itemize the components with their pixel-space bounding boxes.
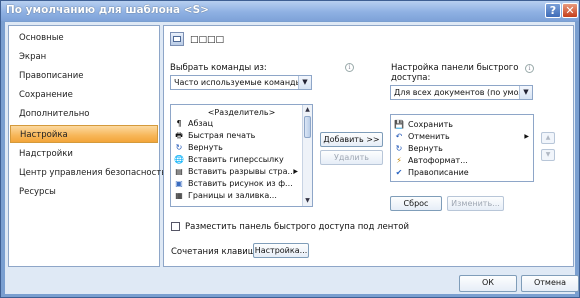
customize-shortcuts-button[interactable]: Настройка...	[253, 243, 309, 258]
move-down-button[interactable]: ▼	[541, 149, 555, 161]
qat-target-label-line2: доступа:	[391, 73, 431, 83]
list-item-label: Автоформат...	[408, 156, 468, 165]
customize-panel: □□□□ Выбрать команды из: i Часто использ…	[163, 25, 574, 267]
hyperlink-icon: 🌐	[174, 155, 184, 164]
save-icon: 💾	[394, 120, 404, 129]
choose-commands-select[interactable]: Часто используемые команды ▼	[170, 75, 312, 90]
below-ribbon-checkbox[interactable]	[171, 222, 180, 231]
nav-item-resources[interactable]: Ресурсы	[10, 183, 158, 201]
list-item[interactable]: ▦ Границы и заливка...	[171, 190, 312, 201]
list-item[interactable]: ¶ Абзац	[171, 118, 312, 129]
page-break-icon: ▤	[175, 167, 183, 176]
options-nav: Основные Экран Правописание Сохранение Д…	[8, 25, 173, 267]
printer-icon: 🖶	[175, 131, 183, 140]
close-button[interactable]: ✕	[562, 3, 578, 18]
section-title: □□□□	[190, 35, 225, 45]
nav-item-general[interactable]: Основные	[10, 29, 158, 47]
submenu-arrow-icon: ▶	[524, 133, 529, 140]
nav-item-advanced[interactable]: Дополнительно	[10, 105, 158, 123]
shortcuts-label: Сочетания клавиш:	[171, 247, 259, 257]
list-item-label: Вставить рисунок из ф...	[188, 179, 293, 188]
list-item[interactable]: 💾 Сохранить	[391, 119, 533, 130]
chevron-down-icon: ▼	[519, 86, 532, 99]
qat-target-select[interactable]: Для всех документов (по умолча... ▼	[390, 85, 533, 100]
choose-commands-label: Выбрать команды из:	[170, 63, 267, 73]
list-item-label: Сохранить	[408, 120, 453, 129]
list-item[interactable]: 🖶 Быстрая печать	[171, 130, 312, 141]
paragraph-icon: ¶	[176, 119, 182, 128]
help-button[interactable]: ?	[545, 3, 561, 18]
customize-header-icon	[170, 32, 184, 46]
reset-button[interactable]: Сброс	[390, 196, 442, 211]
remove-button[interactable]: Удалить	[320, 150, 383, 165]
move-up-button[interactable]: ▲	[541, 132, 555, 144]
add-button[interactable]: Добавить >>	[320, 132, 383, 147]
list-item-label: Вставить разрывы стра...	[188, 167, 296, 176]
title-bar[interactable]: По умолчанию для шаблона <S> ? ✕	[1, 1, 579, 21]
info-icon: i	[525, 64, 534, 73]
list-item[interactable]: ⚡ Автоформат...	[391, 155, 533, 166]
choose-commands-value: Часто используемые команды	[174, 78, 302, 87]
window-title: По умолчанию для шаблона <S>	[6, 4, 209, 16]
modify-button[interactable]: Изменить...	[447, 196, 504, 211]
list-item[interactable]: ↻ Вернуть	[171, 142, 312, 153]
list-item-label: Границы и заливка...	[188, 191, 277, 200]
autoformat-icon: ⚡	[396, 156, 402, 165]
spelling-icon: ✔	[395, 168, 403, 177]
redo-icon: ↻	[175, 143, 183, 152]
chevron-down-icon: ▼	[298, 76, 311, 89]
dialog-body: Основные Экран Правописание Сохранение Д…	[5, 22, 579, 294]
info-icon: i	[345, 63, 354, 72]
list-item[interactable]: ▤ Вставить разрывы стра... ▶	[171, 166, 312, 177]
cancel-button[interactable]: Отмена	[521, 275, 579, 292]
list-item[interactable]: ▣ Вставить рисунок из ф...	[171, 178, 312, 189]
borders-icon: ▦	[175, 191, 183, 200]
submenu-arrow-icon: ▶	[293, 168, 298, 175]
list-item[interactable]: ↻ Вернуть	[391, 143, 533, 154]
list-item[interactable]: ↶ Отменить ▶	[391, 131, 533, 142]
scroll-thumb[interactable]	[304, 116, 311, 138]
qat-commands-list[interactable]: 💾 Сохранить ↶ Отменить ▶ ↻ Вернуть ⚡ Авт…	[390, 114, 534, 182]
nav-item-save[interactable]: Сохранение	[10, 86, 158, 104]
available-commands-list[interactable]: <Разделитель> ¶ Абзац 🖶 Быстрая печать ↻…	[170, 104, 313, 207]
qat-target-label-line1: Настройка панели быстрого	[391, 63, 519, 73]
scroll-up-icon[interactable]: ▲	[303, 105, 312, 115]
list-item-label: Вернуть	[188, 143, 223, 152]
list-item-label: Абзац	[188, 119, 214, 128]
list-item-label: Вернуть	[408, 144, 443, 153]
qat-target-value: Для всех документов (по умолча...	[394, 88, 533, 97]
nav-item-trust-center[interactable]: Центр управления безопасностью	[10, 164, 173, 182]
below-ribbon-label: Разместить панель быстрого доступа под л…	[185, 222, 409, 232]
redo-icon: ↻	[395, 144, 403, 153]
options-dialog: По умолчанию для шаблона <S> ? ✕ Основны…	[0, 0, 580, 298]
nav-item-customize[interactable]: Настройка	[10, 125, 158, 143]
list-item-label: Правописание	[408, 168, 469, 177]
list-item-separator[interactable]: <Разделитель>	[171, 107, 312, 118]
ok-button[interactable]: ОК	[459, 275, 517, 292]
undo-icon: ↶	[395, 132, 403, 141]
list-item-label: Быстрая печать	[188, 131, 256, 140]
nav-item-proofing[interactable]: Правописание	[10, 67, 158, 85]
commands-scrollbar[interactable]: ▲ ▼	[302, 105, 312, 206]
list-item-label: Отменить	[408, 132, 450, 141]
list-item-label: Вставить гиперссылку	[188, 155, 284, 164]
scroll-down-icon[interactable]: ▼	[303, 196, 312, 206]
picture-icon: ▣	[175, 179, 183, 188]
nav-item-display[interactable]: Экран	[10, 48, 158, 66]
list-item[interactable]: 🌐 Вставить гиперссылку	[171, 154, 312, 165]
list-item[interactable]: ✔ Правописание	[391, 167, 533, 178]
nav-item-addins[interactable]: Надстройки	[10, 145, 158, 163]
